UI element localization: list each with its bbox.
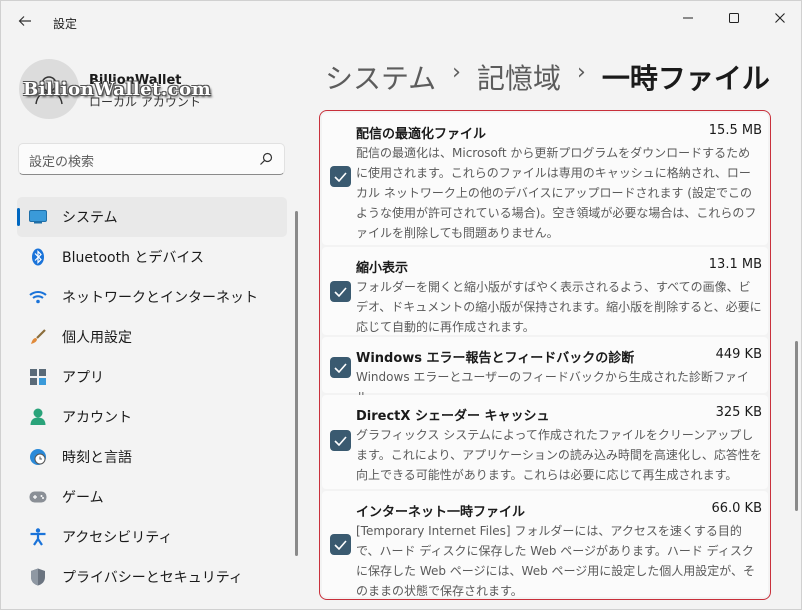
sidebar-item-accessibility[interactable]: アクセシビリティ [17,517,287,557]
sidebar-item-label: アプリ [62,370,104,386]
file-size: 325 KB [715,405,762,420]
checkmark-icon [334,362,347,373]
maximize-icon [729,13,739,23]
list-item: DirectX シェーダー キャッシュ 325 KB グラフィックス システムに… [322,395,768,489]
sidebar-item-personalization[interactable]: 個人用設定 [17,317,287,357]
file-checkbox[interactable] [330,166,351,187]
checkmark-icon [334,171,347,182]
gamepad-icon [29,488,47,506]
minimize-icon [683,17,693,19]
sidebar-item-gaming[interactable]: ゲーム [17,477,287,517]
content-scrollbar[interactable] [795,341,798,511]
shield-icon [29,568,47,586]
sidebar-item-bluetooth[interactable]: Bluetooth とデバイス [17,237,287,277]
wifi-icon [29,288,47,306]
file-title: Windows エラー報告とフィードバックの診断 [356,351,635,366]
sidebar-item-label: ゲーム [62,490,104,506]
file-checkbox[interactable] [330,357,351,378]
breadcrumb-system[interactable]: システム [325,57,436,97]
account-icon [29,408,47,426]
accessibility-icon [29,528,47,546]
settings-window: 設定 BillionWallet ローカル アカウント BillionWalle… [0,0,802,610]
sidebar-item-network[interactable]: ネットワークとインターネット [17,277,287,317]
file-title: DirectX シェーダー キャッシュ [356,409,550,424]
checkmark-icon [334,286,347,297]
breadcrumb-separator: › [452,60,461,85]
app-title: 設定 [53,17,78,31]
apps-icon [29,368,47,386]
breadcrumb-storage[interactable]: 記憶域 [477,57,561,97]
sidebar-item-privacy[interactable]: プライバシーとセキュリティ [17,557,287,597]
file-description: フォルダーを開くと縮小版がすばやく表示されるよう、すべての画像、ビデオ、ドキュメ… [356,280,762,334]
file-size: 15.5 MB [708,123,762,138]
checkmark-icon [334,539,347,550]
search-input[interactable]: 設定の検索 [29,151,94,170]
sidebar-item-label: アカウント [62,410,132,426]
watermark: BillionWallet.com [23,79,212,100]
list-item: 縮小表示 13.1 MB フォルダーを開くと縮小版がすばやく表示されるよう、すべ… [322,247,768,335]
file-title: 配信の最適化ファイル [356,127,487,142]
minimize-button[interactable] [665,1,711,35]
sidebar-item-label: プライバシーとセキュリティ [62,570,243,586]
file-checkbox[interactable] [330,430,351,451]
sidebar-item-label: 個人用設定 [62,330,132,346]
page-title: 一時ファイル [601,62,770,95]
sidebar-item-label: アクセシビリティ [62,530,173,546]
close-button[interactable] [757,1,802,35]
file-size: 449 KB [715,347,762,362]
sidebar-item-label: システム [62,210,118,226]
bluetooth-icon [29,248,47,266]
file-title: 縮小表示 [356,261,409,276]
title-bar: 設定 [1,1,801,41]
file-size: 66.0 KB [711,501,762,516]
file-description: 配信の最適化は、Microsoft から更新プログラムをダウンロードするために使… [356,146,757,240]
sidebar-item-label: Bluetooth とデバイス [62,250,204,266]
back-button[interactable] [11,9,39,33]
file-description: グラフィックス システムによって作成されたファイルをクリーンアップします。これに… [356,428,762,482]
close-icon [775,13,785,23]
back-arrow-icon [18,16,31,26]
file-checkbox[interactable] [330,534,351,555]
sidebar-item-system[interactable]: システム [17,197,287,237]
clock-globe-icon [29,448,47,466]
file-title: インターネット一時ファイル [356,505,526,520]
search-box[interactable]: 設定の検索 [18,143,285,175]
file-description: [Temporary Internet Files] フォルダーには、アクセスを… [356,524,756,598]
sidebar-item-apps[interactable]: アプリ [17,357,287,397]
file-size: 13.1 MB [708,257,762,272]
checkmark-icon [334,435,347,446]
list-item: 配信の最適化ファイル 15.5 MB 配信の最適化は、Microsoft から更… [322,113,768,245]
brush-icon [29,328,47,346]
file-checkbox[interactable] [330,281,351,302]
breadcrumb-separator: › [577,60,586,85]
list-item: Windows エラー報告とフィードバックの診断 449 KB Windows … [322,337,768,404]
sidebar-item-label: ネットワークとインターネット [62,290,258,306]
maximize-button[interactable] [711,1,757,35]
search-icon[interactable] [258,151,274,167]
sidebar-item-label: 時刻と言語 [62,450,132,466]
temp-files-list: 配信の最適化ファイル 15.5 MB 配信の最適化は、Microsoft から更… [319,110,771,600]
sidebar-nav: システム Bluetooth とデバイス ネットワークとインターネット 個人用設… [17,197,287,597]
sidebar-scrollbar[interactable] [295,211,298,556]
system-icon [29,208,47,226]
sidebar-item-time-language[interactable]: 時刻と言語 [17,437,287,477]
breadcrumb: システム › 記憶域 › 一時ファイル [325,57,770,97]
list-item: インターネット一時ファイル 66.0 KB [Temporary Interne… [322,491,768,598]
sidebar-item-accounts[interactable]: アカウント [17,397,287,437]
